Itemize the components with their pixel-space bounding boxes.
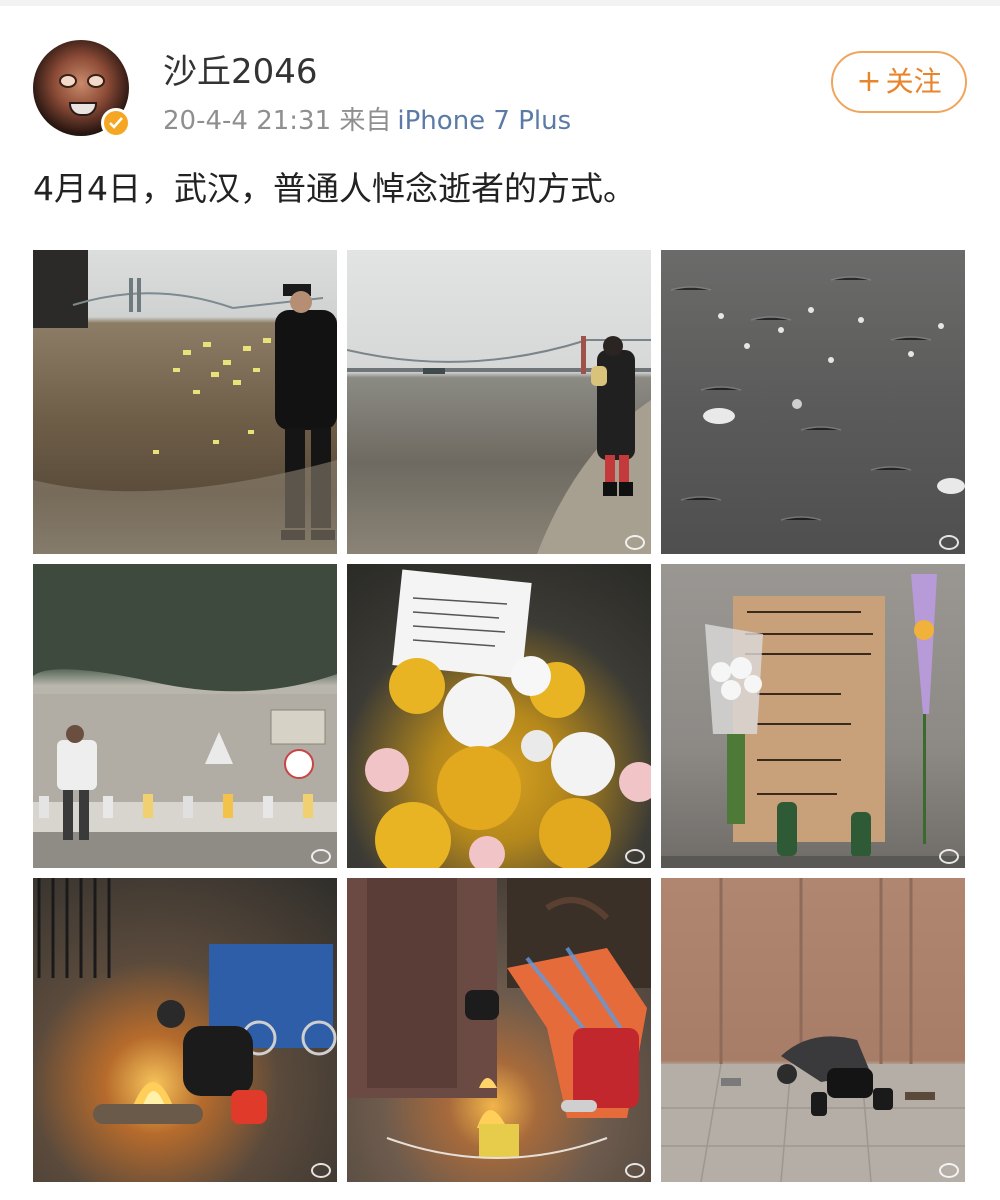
weibo-watermark-icon [939,1163,959,1178]
photo-cardboard-sign-art [661,574,965,868]
photo-cardboard-sign[interactable] [661,564,965,868]
follow-label: 关注 [885,65,942,98]
weibo-watermark-icon [939,849,959,864]
weibo-watermark-icon [625,1163,645,1178]
photo-river-bridge[interactable] [347,250,651,554]
avatar-eye-right [87,74,105,88]
photo-river-bridge-art [347,336,651,554]
photo-floating-flowers-art [670,276,965,521]
weibo-watermark-icon [625,849,645,864]
avatar-mouth [69,102,97,116]
source-prefix: 来自 [339,106,392,136]
follow-button[interactable]: + 关注 [831,51,967,113]
username[interactable]: 沙丘2046 [163,52,318,92]
post-meta: 20-4-4 21:31 来自 iPhone 7 Plus [163,104,571,138]
weibo-watermark-icon [311,849,331,864]
photo-grid [33,250,966,1182]
photo-kneeling-person[interactable] [661,878,965,1182]
weibo-watermark-icon [939,535,959,550]
plus-icon: + [856,64,882,99]
photo-burning-doorway-art [347,878,651,1159]
photo-burning-street-art [37,878,337,1124]
photo-river-paper[interactable] [33,250,337,554]
photo-flower-bouquet[interactable] [347,564,651,868]
post-text: 4月4日，武汉，普通人悼念逝者的方式。 [33,169,636,208]
verified-badge-icon [101,108,131,138]
photo-floating-flowers[interactable] [661,250,965,554]
photo-flower-bouquet-art [365,569,651,868]
photo-wall-memorial[interactable] [33,564,337,868]
photo-burning-street[interactable] [33,878,337,1182]
photo-burning-doorway[interactable] [347,878,651,1182]
weibo-watermark-icon [625,535,645,550]
photo-kneeling-person-art [661,878,965,1182]
photo-wall-memorial-art [33,564,337,868]
source-device-link[interactable]: iPhone 7 Plus [397,106,571,136]
weibo-watermark-icon [311,1163,331,1178]
post-timestamp: 20-4-4 21:31 [163,106,332,136]
avatar-eye-left [59,74,77,88]
photo-river-paper-art [33,250,337,554]
top-divider [0,0,1000,6]
